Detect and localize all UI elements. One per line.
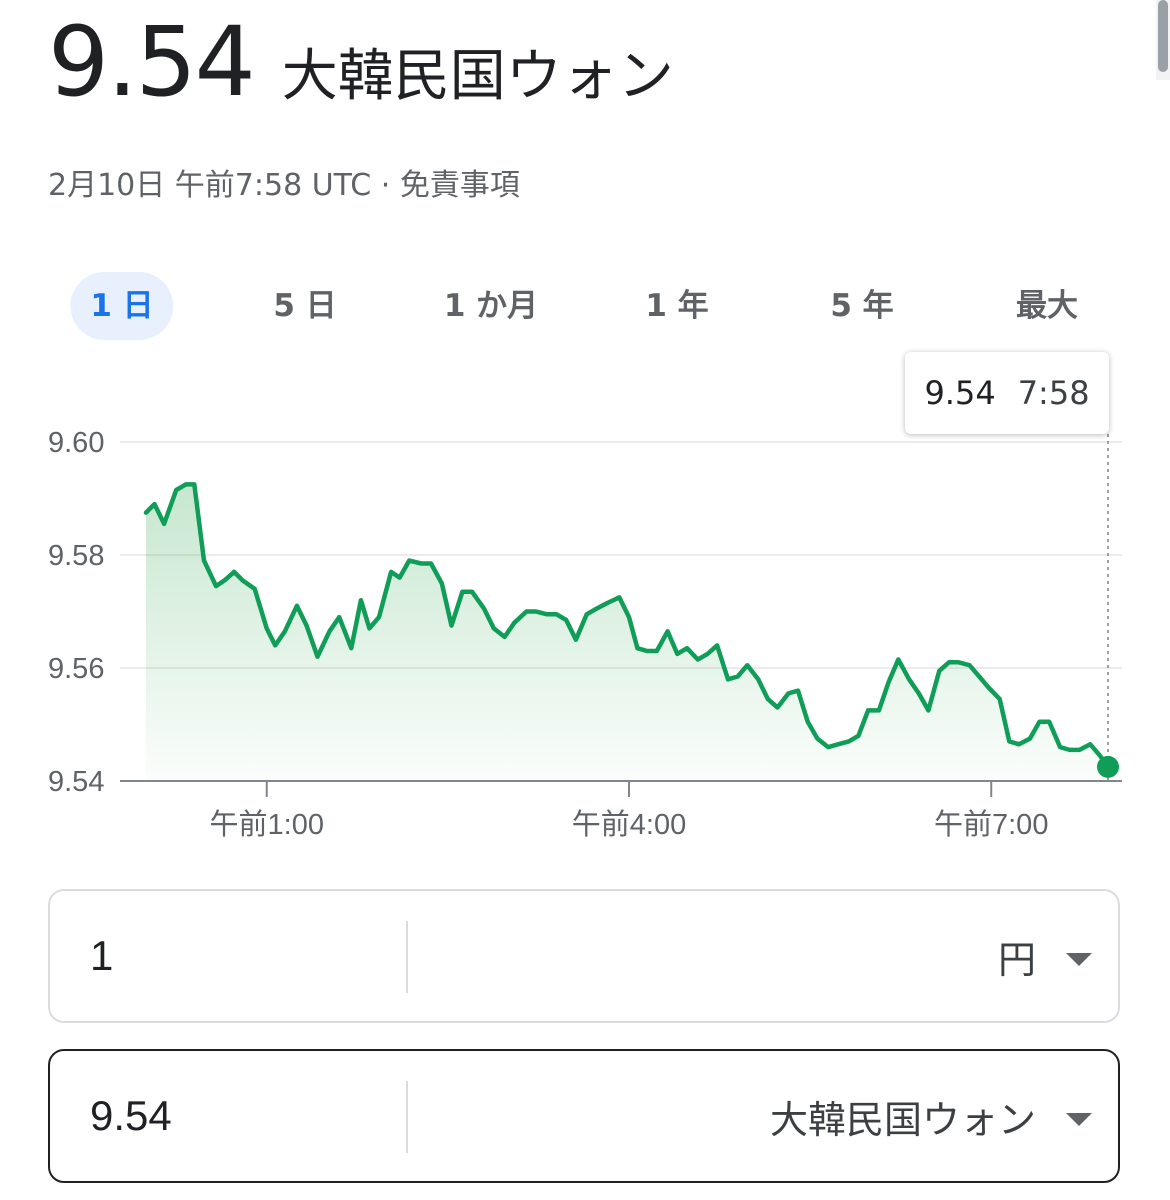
scrollbar[interactable]: [1156, 0, 1170, 80]
separator-dot: ·: [380, 168, 391, 203]
tab-1-day[interactable]: 1 日: [70, 272, 174, 340]
tab-max[interactable]: 最大: [996, 272, 1098, 340]
y-tick-label: 9.60: [48, 427, 104, 459]
exchange-rate-headline: 9.54 大韓民国ウォン: [48, 14, 674, 112]
from-currency-select[interactable]: 円: [998, 891, 1092, 1021]
from-amount-input[interactable]: [90, 891, 390, 1021]
rate-chart[interactable]: 9.60 9.58 9.56 9.54 午前1:00 午前4:00 午前7:00: [0, 420, 1170, 860]
to-currency-select[interactable]: 大韓民国ウォン: [770, 1051, 1092, 1181]
tab-1-month[interactable]: 1 か月: [424, 272, 558, 340]
divider: [406, 921, 408, 993]
series-area: [146, 484, 1108, 781]
chart-tooltip: 9.54 7:58: [905, 352, 1109, 434]
tooltip-time: 7:58: [1017, 374, 1090, 412]
x-axis-labels: 午前1:00 午前4:00 午前7:00: [210, 781, 1048, 841]
from-currency-label: 円: [997, 937, 1036, 982]
to-currency-label: 大韓民国ウォン: [769, 1097, 1036, 1142]
x-tick-label: 午前1:00: [210, 808, 324, 841]
y-tick-label: 9.58: [48, 540, 104, 572]
chevron-down-icon: [1066, 1112, 1092, 1126]
target-currency-name: 大韓民国ウォン: [281, 44, 674, 109]
x-tick-label: 午前4:00: [572, 808, 686, 841]
scrollbar-thumb[interactable]: [1158, 0, 1168, 72]
y-axis-labels: 9.60 9.58 9.56 9.54: [48, 427, 104, 798]
x-tick-label: 午前7:00: [934, 808, 1048, 841]
tab-5-days[interactable]: 5 日: [253, 272, 356, 340]
y-tick-label: 9.56: [48, 653, 104, 685]
divider: [406, 1081, 408, 1153]
tooltip-value: 9.54: [924, 374, 996, 412]
chevron-down-icon: [1066, 952, 1092, 966]
to-amount-input[interactable]: [90, 1051, 390, 1181]
from-currency-row: 円: [48, 889, 1120, 1023]
y-tick-label: 9.54: [48, 766, 104, 798]
rate-timestamp: 2月10日 午前7:58 UTC: [48, 168, 372, 203]
tab-1-year[interactable]: 1 年: [625, 272, 728, 340]
current-point-marker[interactable]: [1097, 755, 1119, 778]
tab-5-years[interactable]: 5 年: [810, 272, 913, 340]
to-currency-row: 大韓民国ウォン: [48, 1049, 1120, 1183]
rate-value: 9.54: [48, 6, 256, 118]
time-range-tabs: 1 日 5 日 1 か月 1 年 5 年 最大: [0, 272, 1170, 340]
rate-timestamp-line: 2月10日 午前7:58 UTC · 免責事項: [48, 160, 520, 204]
disclaimer-link[interactable]: 免責事項: [400, 168, 520, 203]
